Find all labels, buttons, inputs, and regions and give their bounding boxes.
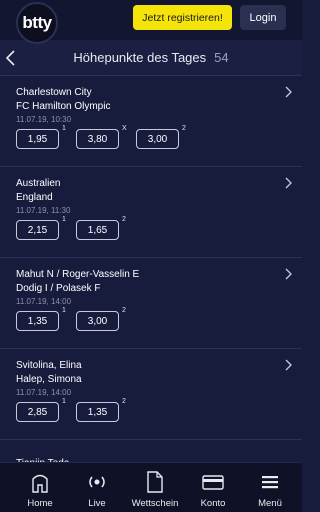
odd-button[interactable]: 1,65 [76, 220, 119, 240]
live-icon [89, 476, 105, 488]
odd-label: 1 [62, 398, 66, 405]
login-button[interactable]: Login [240, 5, 286, 30]
odds-row: 1,35 1 3,00 2 [16, 307, 296, 333]
match-datetime: 11.07.19, 14:00 [16, 297, 72, 306]
odd-button[interactable]: 3,00 [136, 129, 179, 149]
register-button[interactable]: Jetzt registrieren! [133, 5, 232, 30]
odd-label: 2 [182, 125, 186, 132]
bottom-nav: Home Live Wettschein Konto Menü [0, 462, 302, 512]
page-title: Höhepunkte des Tages 54 [0, 50, 302, 65]
nav-betslip[interactable]: Wettschein [125, 463, 185, 512]
away-team: England [16, 192, 53, 203]
odd-label: 1 [62, 125, 66, 132]
chevron-right-icon[interactable] [284, 177, 292, 189]
odd-label: 2 [122, 307, 126, 314]
home-team: Charlestown City [16, 87, 92, 98]
odd-button[interactable]: 3,80 [76, 129, 119, 149]
away-team: Dodig I / Polasek F [16, 283, 101, 294]
odd-button[interactable]: 2,15 [16, 220, 59, 240]
nav-home-label: Home [27, 498, 53, 509]
odd-button[interactable]: 2,85 [16, 402, 59, 422]
page-title-text: Höhepunkte des Tages [73, 50, 207, 65]
odd-label: 2 [122, 216, 126, 223]
card-icon [202, 475, 224, 490]
match-datetime: 11.07.19, 14:00 [16, 388, 72, 397]
nav-account-label: Konto [200, 498, 226, 509]
home-team: Svitolina, Elina [16, 360, 82, 371]
menu-icon [262, 476, 278, 489]
away-team: Halep, Simona [16, 374, 82, 385]
away-team: FC Hamilton Olympic [16, 101, 111, 112]
match-row[interactable]: Mahut N / Roger-Vasselin E Dodig I / Pol… [0, 258, 302, 349]
odd-label: 2 [122, 398, 126, 405]
page-header: Höhepunkte des Tages 54 [0, 40, 302, 76]
odd-button[interactable]: 1,95 [16, 129, 59, 149]
chevron-right-icon[interactable] [284, 86, 292, 98]
match-row[interactable]: Charlestown City FC Hamilton Olympic 11.… [0, 76, 302, 167]
odds-row: 1,95 1 3,80 X 3,00 2 [16, 125, 296, 151]
betslip-icon [147, 471, 163, 493]
match-datetime: 11.07.19, 11:30 [16, 206, 71, 215]
chevron-right-icon[interactable] [284, 268, 292, 280]
match-count: 54 [214, 50, 229, 65]
odd-label: 1 [62, 307, 66, 314]
nav-live-label: Live [88, 498, 106, 509]
nav-account[interactable]: Konto [183, 463, 243, 512]
odds-row: 2,15 1 1,65 2 [16, 216, 296, 242]
home-team: Mahut N / Roger-Vasselin E [16, 269, 140, 280]
nav-home[interactable]: Home [10, 463, 70, 512]
odds-row: 2,85 1 1,35 2 [16, 398, 296, 424]
home-icon [32, 474, 48, 493]
nav-betslip-label: Wettschein [131, 498, 179, 509]
nav-menu-label: Menü [258, 498, 282, 509]
odd-button[interactable]: 1,35 [16, 311, 59, 331]
match-row[interactable]: Australien England 11.07.19, 11:30 2,15 … [0, 167, 302, 258]
odd-button[interactable]: 1,35 [76, 402, 119, 422]
odd-button[interactable]: 3,00 [76, 311, 119, 331]
nav-menu[interactable]: Menü [240, 463, 300, 512]
brand-logo[interactable]: btty [16, 2, 58, 44]
odd-label: 1 [62, 216, 66, 223]
home-team: Australien [16, 178, 61, 189]
chevron-right-icon[interactable] [284, 359, 292, 371]
match-datetime: 11.07.19, 10:30 [16, 115, 72, 124]
odd-label: X [122, 125, 127, 132]
match-row[interactable]: Svitolina, Elina Halep, Simona 11.07.19,… [0, 349, 302, 440]
nav-live[interactable]: Live [67, 463, 127, 512]
